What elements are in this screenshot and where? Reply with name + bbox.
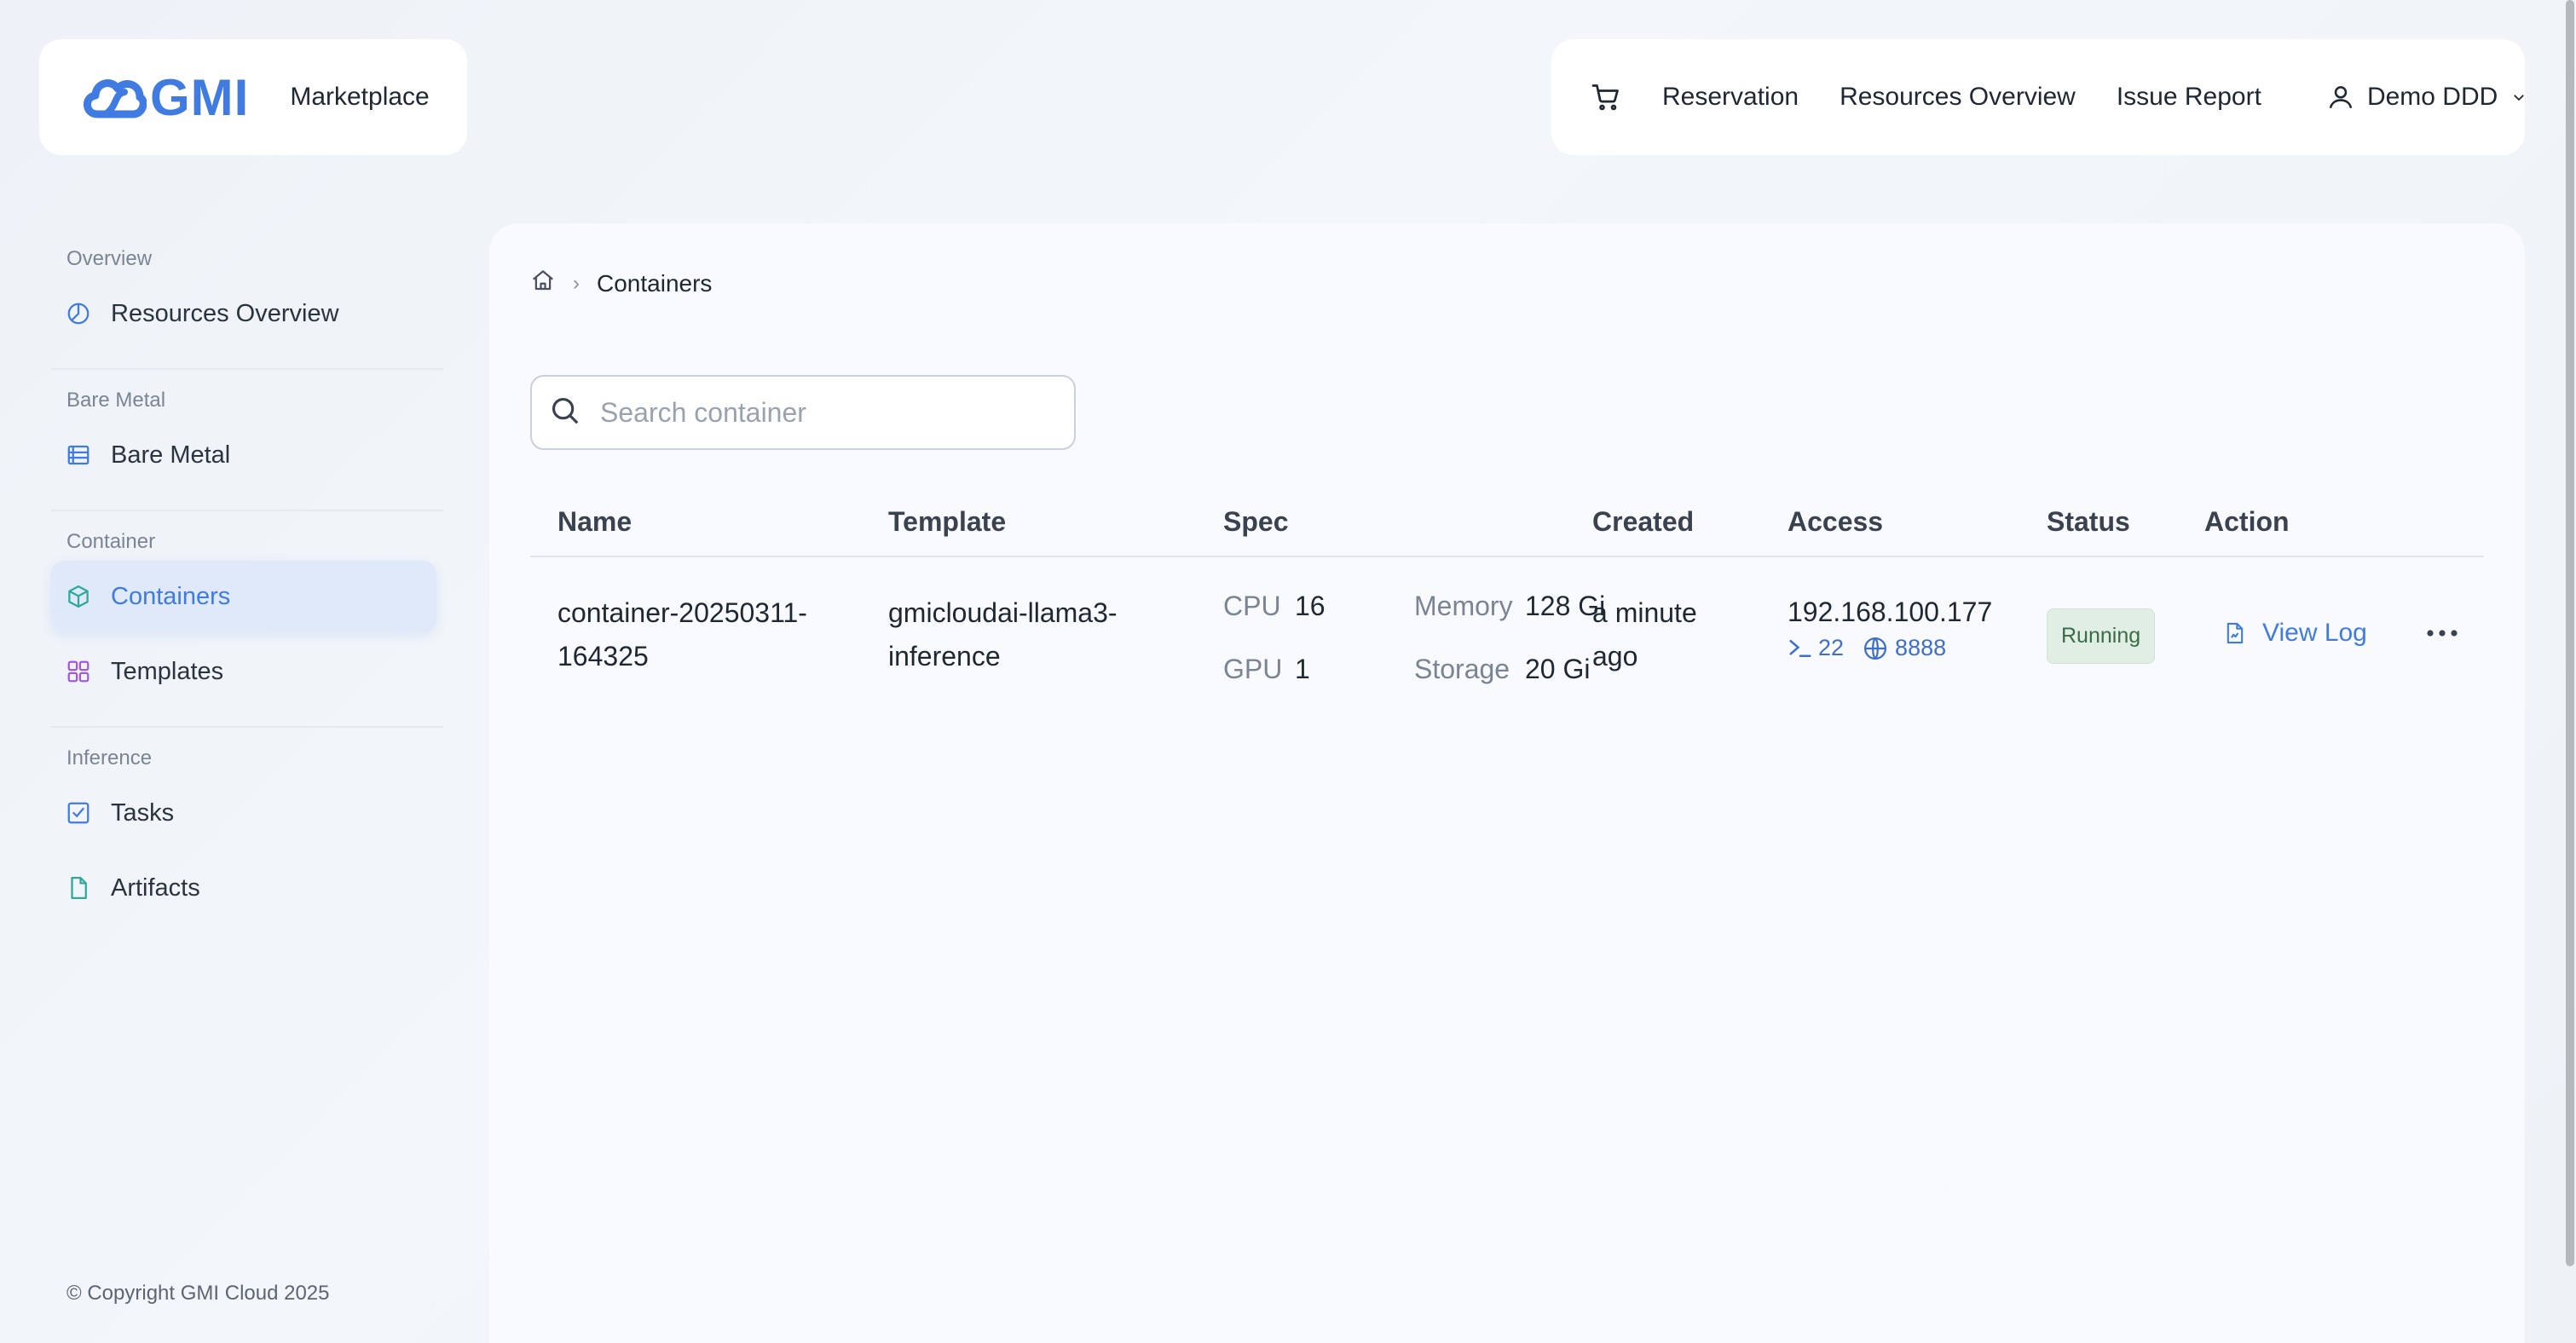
sidebar-item-label: Containers bbox=[111, 582, 231, 610]
sidebar-item-templates[interactable]: Templates bbox=[51, 636, 436, 707]
sidebar-item-label: Tasks bbox=[111, 798, 175, 827]
breadcrumb-current: Containers bbox=[597, 269, 713, 297]
sidebar-item-artifacts[interactable]: Artifacts bbox=[51, 852, 436, 924]
nav-issue-report[interactable]: Issue Report bbox=[2117, 83, 2261, 112]
status-badge: Running bbox=[2047, 608, 2156, 664]
spec-gpu-label: GPU bbox=[1223, 654, 1283, 684]
sidebar-item-bare-metal[interactable]: Bare Metal bbox=[51, 419, 436, 491]
nav-resources-overview[interactable]: Resources Overview bbox=[1840, 83, 2076, 112]
cube-icon bbox=[65, 583, 92, 610]
sidebar-item-label: Bare Metal bbox=[111, 441, 231, 469]
file-icon bbox=[65, 874, 92, 902]
ssh-port: 22 bbox=[1818, 635, 1845, 660]
column-header-status[interactable]: Status bbox=[2019, 506, 2177, 538]
user-menu[interactable]: Demo DDD bbox=[2326, 83, 2527, 112]
table-row[interactable]: container-20250311- 164325 gmicloudai-ll… bbox=[530, 557, 2484, 684]
breadcrumb: › Containers bbox=[530, 268, 712, 299]
cart-icon[interactable] bbox=[1591, 80, 1621, 114]
gmi-logo[interactable]: GMI bbox=[80, 68, 249, 127]
column-header-template[interactable]: Template bbox=[861, 506, 1196, 538]
sidebar-group-inference: Inference bbox=[66, 746, 153, 769]
spec-storage-label: Storage bbox=[1414, 654, 1510, 684]
sidebar-group-overview: Overview bbox=[66, 247, 153, 270]
created-line: a minute bbox=[1592, 597, 1697, 628]
grid-icon bbox=[65, 658, 92, 685]
cloud-logo-icon bbox=[84, 79, 147, 118]
search-icon bbox=[549, 395, 581, 431]
sidebar-item-label: Resources Overview bbox=[111, 299, 339, 327]
container-status: Running bbox=[2019, 557, 2177, 664]
view-log-button[interactable]: View Log bbox=[2223, 619, 2367, 648]
sidebar-item-containers[interactable]: Containers bbox=[51, 561, 436, 632]
sidebar-divider bbox=[51, 510, 443, 511]
table-header: Name Template Spec Created Access Status… bbox=[530, 487, 2484, 557]
sidebar-item-resources-overview[interactable]: Resources Overview bbox=[51, 278, 436, 349]
column-header-access[interactable]: Access bbox=[1760, 506, 2019, 538]
user-icon bbox=[2329, 86, 2353, 109]
container-name-line: container-20250311- bbox=[557, 597, 807, 628]
more-options-icon[interactable] bbox=[2425, 628, 2459, 638]
column-header-name[interactable]: Name bbox=[530, 506, 861, 538]
container-name: container-20250311- 164325 bbox=[530, 557, 861, 678]
home-icon[interactable] bbox=[530, 268, 556, 299]
web-port: 8888 bbox=[1895, 635, 1947, 660]
top-nav: Reservation Resources Overview Issue Rep… bbox=[1551, 39, 2525, 155]
template-line: inference bbox=[888, 641, 1001, 672]
user-name: Demo DDD bbox=[2366, 83, 2498, 111]
container-actions: View Log bbox=[2177, 557, 2484, 648]
container-name-line: 164325 bbox=[557, 641, 649, 672]
sidebar-group-container: Container bbox=[66, 530, 156, 553]
sidebar-item-label: Artifacts bbox=[111, 873, 200, 902]
spec-memory-label: Memory bbox=[1414, 591, 1513, 621]
search-input[interactable] bbox=[600, 396, 1060, 429]
sidebar-divider bbox=[51, 726, 443, 728]
created-line: ago bbox=[1592, 641, 1638, 672]
sidebar-item-label: Templates bbox=[111, 657, 224, 685]
checkbox-icon bbox=[65, 799, 92, 827]
template-line: gmicloudai-llama3- bbox=[888, 597, 1118, 628]
terminal-icon bbox=[1789, 639, 1811, 657]
web-port-link[interactable]: 8888 bbox=[1863, 635, 1946, 661]
containers-table: Name Template Spec Created Access Status… bbox=[530, 487, 2484, 684]
brand-card: GMI Marketplace bbox=[39, 39, 467, 155]
nav-reservation[interactable]: Reservation bbox=[1662, 83, 1799, 112]
sidebar-item-tasks[interactable]: Tasks bbox=[51, 777, 436, 849]
pie-chart-icon bbox=[65, 300, 92, 327]
main-panel: › Containers Name Template Spec Created … bbox=[489, 223, 2525, 1343]
sidebar-divider bbox=[51, 368, 443, 370]
container-spec: CPU 16 Memory 128 Gi GPU 1 Storage 20 Gi bbox=[1196, 557, 1605, 690]
copyright-text: © Copyright GMI Cloud 2025 bbox=[66, 1282, 330, 1305]
sidebar-group-bare-metal: Bare Metal bbox=[66, 389, 166, 412]
sidebar: Overview Resources Overview Bare Metal B… bbox=[51, 247, 443, 924]
globe-icon bbox=[1864, 637, 1887, 660]
marketplace-label[interactable]: Marketplace bbox=[290, 83, 429, 112]
access-ip: 192.168.100.177 bbox=[1788, 597, 1993, 627]
search-box[interactable] bbox=[530, 375, 1076, 450]
column-header-created[interactable]: Created bbox=[1565, 506, 1760, 538]
page-scrollbar[interactable] bbox=[2566, 0, 2574, 1266]
chevron-down-icon bbox=[2514, 95, 2525, 101]
ssh-port-link[interactable]: 22 bbox=[1788, 635, 1844, 661]
log-file-icon bbox=[2227, 622, 2244, 644]
spec-gpu-value: 1 bbox=[1295, 654, 1310, 684]
logo-text: GMI bbox=[150, 68, 250, 126]
container-template: gmicloudai-llama3- inference bbox=[861, 557, 1196, 678]
container-created: a minute ago bbox=[1565, 557, 1760, 678]
server-list-icon bbox=[65, 441, 92, 469]
column-header-action: Action bbox=[2204, 505, 2290, 537]
container-access: 192.168.100.177 22 8888 bbox=[1760, 557, 2019, 661]
spec-cpu-label: CPU bbox=[1223, 591, 1281, 621]
spec-cpu-value: 16 bbox=[1295, 591, 1326, 621]
view-log-label: View Log bbox=[2262, 619, 2367, 647]
column-header-spec[interactable]: Spec bbox=[1196, 506, 1565, 538]
chevron-right-icon: › bbox=[573, 271, 580, 295]
